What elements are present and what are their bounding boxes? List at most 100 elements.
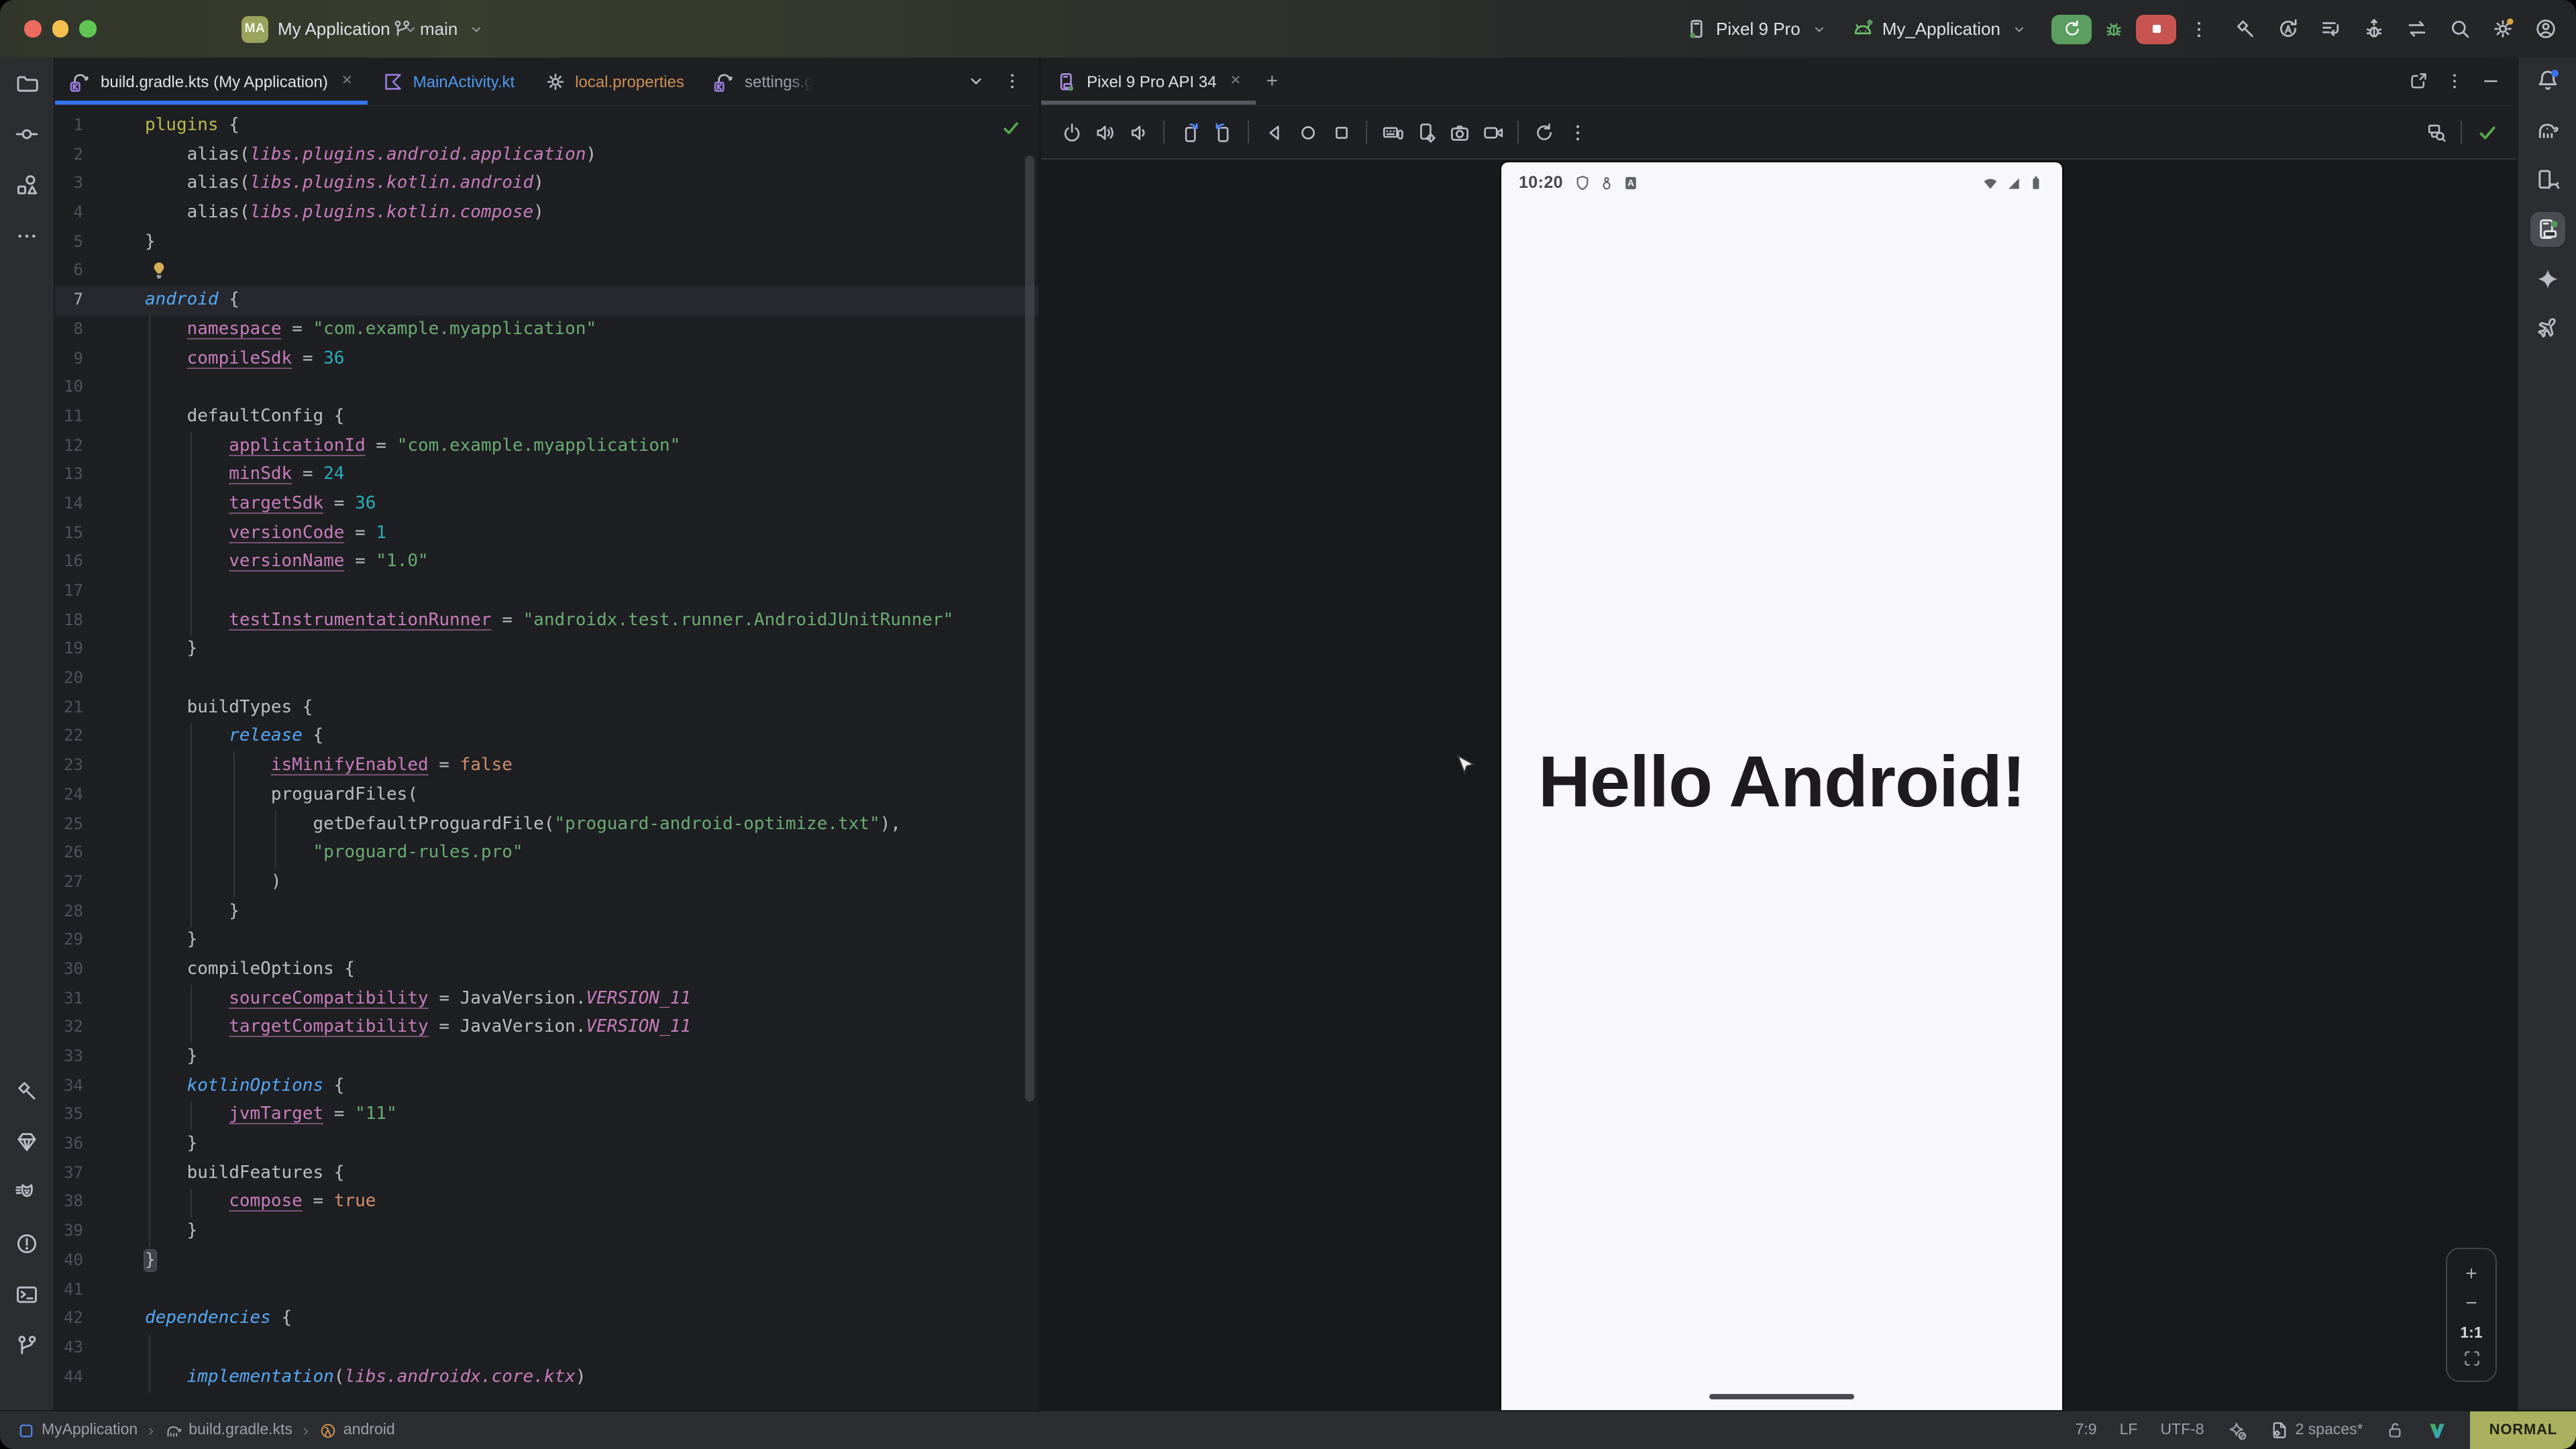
editor-tab[interactable]: build.gradle.kts (My Application)✕ (55, 58, 368, 105)
file-writable-lock-icon[interactable] (2386, 1421, 2405, 1440)
code-line[interactable]: 16 versionName = "1.0" (55, 548, 1038, 577)
line-number[interactable]: 24 (55, 781, 83, 810)
home-button[interactable] (1291, 115, 1324, 149)
line-number[interactable]: 5 (55, 228, 83, 257)
code-line[interactable]: 30 compileOptions { (55, 955, 1038, 984)
stop-button[interactable] (2136, 14, 2176, 44)
caret-position-widget[interactable]: 7:9 (2076, 1422, 2097, 1438)
resource-manager-tool-button[interactable] (9, 168, 44, 203)
build-tool-button[interactable] (9, 1073, 44, 1108)
code-line[interactable]: 21 buildTypes { (55, 694, 1038, 722)
rotate-left-button[interactable] (1173, 115, 1206, 149)
build-button[interactable] (2234, 17, 2257, 40)
gesture-navigation-pill[interactable] (1709, 1393, 1854, 1399)
version-control-tool-button[interactable] (9, 1328, 44, 1363)
line-number[interactable]: 7 (55, 286, 83, 315)
code-line[interactable]: 5} (55, 228, 1038, 257)
line-number[interactable]: 16 (55, 548, 83, 577)
screenshot-button[interactable] (1442, 115, 1476, 149)
code-line[interactable]: 43 (55, 1334, 1038, 1362)
code-line[interactable]: 7android { (55, 286, 1038, 315)
line-number[interactable]: 25 (55, 810, 83, 839)
editor-tab[interactable]: MainActivity.kt (368, 58, 530, 105)
code-line[interactable]: 9 compileSdk = 36 (55, 344, 1038, 373)
line-number[interactable]: 1 (55, 111, 83, 140)
device-selector[interactable]: Pixel 9 Pro (1685, 17, 1827, 40)
close-icon[interactable]: ✕ (1230, 74, 1241, 89)
code-line[interactable]: 40} (55, 1246, 1038, 1275)
code-line[interactable]: 36 } (55, 1130, 1038, 1159)
running-devices-button[interactable] (2530, 212, 2565, 247)
line-number[interactable]: 23 (55, 751, 83, 780)
release-assistant-button[interactable] (2530, 311, 2565, 346)
tab-options-button[interactable] (1002, 71, 1022, 91)
code-line[interactable]: 26 "proguard-rules.pro" (55, 839, 1038, 867)
code-line[interactable]: 11 defaultConfig { (55, 402, 1038, 431)
code-line[interactable]: 38 compose = true (55, 1188, 1038, 1217)
line-number[interactable]: 35 (55, 1101, 83, 1130)
reset-button[interactable] (1527, 115, 1560, 149)
code-line[interactable]: 6 (55, 257, 1038, 286)
rotate-right-button[interactable] (1206, 115, 1240, 149)
panel-options-button[interactable] (2445, 71, 2465, 91)
close-icon[interactable]: ✕ (341, 74, 353, 89)
zoom-to-fit-button[interactable] (2461, 1348, 2481, 1368)
indent-widget[interactable]: 2 spaces* (2270, 1421, 2363, 1440)
run-configuration-selector[interactable]: My_Application (1851, 17, 2027, 40)
code-line[interactable]: 41 (55, 1275, 1038, 1304)
line-number[interactable]: 43 (55, 1334, 83, 1362)
open-in-window-button[interactable] (2408, 71, 2428, 91)
line-number[interactable]: 26 (55, 839, 83, 867)
settings-button[interactable] (2491, 17, 2514, 40)
search-everywhere-button[interactable] (2449, 17, 2471, 40)
code-line[interactable]: 12 applicationId = "com.example.myapplic… (55, 431, 1038, 460)
screen-record-button[interactable] (1476, 115, 1509, 149)
breadcrumb-item[interactable]: MyApplication (17, 1421, 138, 1439)
line-number[interactable]: 34 (55, 1071, 83, 1100)
code-editor[interactable]: 1plugins {2 alias(libs.plugins.android.a… (55, 106, 1038, 1411)
line-number[interactable]: 9 (55, 344, 83, 373)
ai-assistant-status-icon[interactable] (2227, 1420, 2247, 1440)
line-number[interactable]: 17 (55, 577, 83, 606)
problems-tool-button[interactable] (9, 1226, 44, 1261)
emulator-more-button[interactable] (1560, 115, 1594, 149)
line-number[interactable]: 44 (55, 1362, 83, 1391)
attach-debugger-button[interactable] (2363, 17, 2385, 40)
line-number[interactable]: 8 (55, 315, 83, 344)
zoom-mode-button[interactable] (2419, 115, 2453, 149)
device-settings-button[interactable] (1409, 115, 1442, 149)
line-number[interactable]: 31 (55, 984, 83, 1013)
notifications-button[interactable] (2530, 63, 2565, 98)
code-line[interactable]: 17 (55, 577, 1038, 606)
line-number[interactable]: 14 (55, 490, 83, 519)
hide-panel-button[interactable] (2481, 71, 2501, 91)
vcs-branch-widget[interactable]: main (392, 19, 484, 39)
code-line[interactable]: 24 proguardFiles( (55, 781, 1038, 810)
line-separator-widget[interactable]: LF (2120, 1422, 2138, 1438)
code-line[interactable]: 37 buildFeatures { (55, 1159, 1038, 1188)
apply-code-changes-button[interactable] (2320, 17, 2343, 40)
inspections-ok-icon[interactable] (1001, 118, 1021, 138)
line-number[interactable]: 22 (55, 722, 83, 751)
line-number[interactable]: 41 (55, 1275, 83, 1304)
device-screen[interactable]: 10:20 A Hello Android! (1501, 162, 2062, 1411)
editor-scrollbar[interactable] (1025, 156, 1034, 1102)
line-number[interactable]: 10 (55, 373, 83, 402)
commit-tool-button[interactable] (9, 117, 44, 152)
overview-button[interactable] (1324, 115, 1358, 149)
code-line[interactable]: 25 getDefaultProguardFile("proguard-andr… (55, 810, 1038, 839)
line-number[interactable]: 42 (55, 1304, 83, 1333)
code-line[interactable]: 35 jvmTarget = "11" (55, 1101, 1038, 1130)
gemini-tool-button[interactable] (2530, 262, 2565, 297)
code-line[interactable]: 33 } (55, 1042, 1038, 1071)
code-line[interactable]: 18 testInstrumentationRunner = "androidx… (55, 606, 1038, 635)
more-tool-windows-button[interactable] (9, 219, 44, 254)
app-quality-insights-button[interactable] (9, 1124, 44, 1159)
rerun-button[interactable] (2051, 14, 2092, 44)
line-number[interactable]: 13 (55, 461, 83, 490)
code-line[interactable]: 4 alias(libs.plugins.kotlin.compose) (55, 199, 1038, 227)
code-line[interactable]: 34 kotlinOptions { (55, 1071, 1038, 1100)
vim-mode-badge[interactable]: NORMAL (2471, 1411, 2576, 1449)
line-number[interactable]: 6 (55, 257, 83, 286)
line-number[interactable]: 30 (55, 955, 83, 984)
